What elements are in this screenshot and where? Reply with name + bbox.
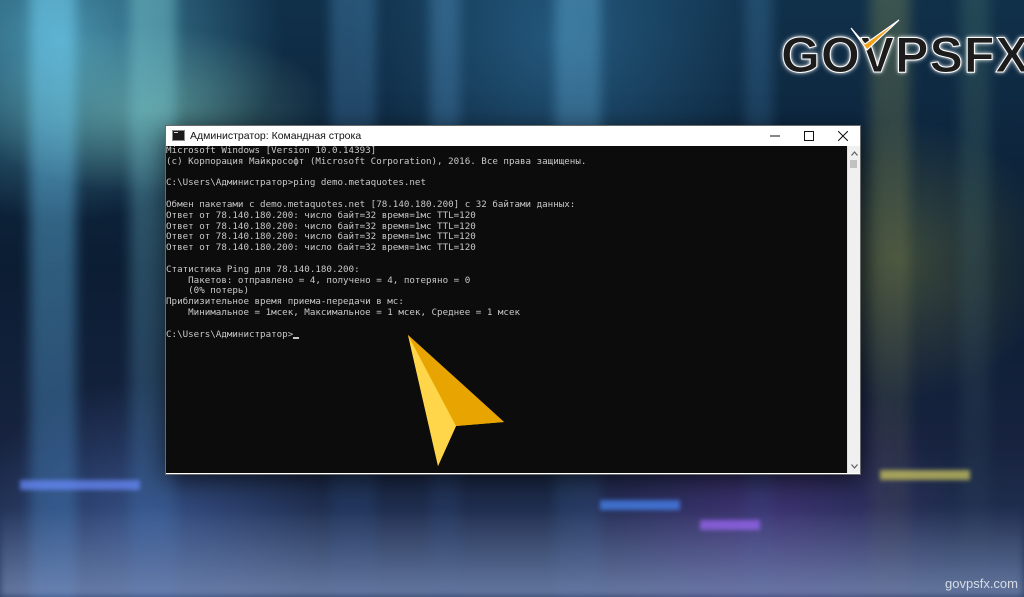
brand-logo: GOVPSFX (781, 18, 1024, 81)
maximize-icon (804, 130, 814, 141)
logo-checkmark-icon (850, 19, 900, 51)
chevron-up-icon (850, 150, 858, 156)
console-prompt: C:\Users\Администратор> (166, 328, 294, 340)
window-title: Администратор: Командная строка (190, 129, 362, 142)
console-line: (c) Корпорация Майкрософт (Microsoft Cor… (166, 155, 587, 167)
console-line: Статистика Ping для 78.140.180.200: (166, 263, 360, 275)
watermark: govpsfx.com (945, 576, 1018, 591)
console-line: Ответ от 78.140.180.200: число байт=32 в… (166, 209, 476, 221)
console-line: Пакетов: отправлено = 4, получено = 4, п… (166, 274, 471, 286)
scroll-down-button[interactable] (848, 460, 860, 472)
console-line: C:\Users\Администратор>ping demo.metaquo… (166, 177, 426, 189)
window-titlebar[interactable]: Администратор: Командная строка (166, 126, 860, 146)
vertical-scrollbar[interactable] (847, 146, 860, 473)
console-line: Ответ от 78.140.180.200: число байт=32 в… (166, 242, 476, 254)
yellow-arrow-pointer-icon (408, 335, 504, 466)
close-icon (838, 130, 848, 141)
cmd-window[interactable]: Администратор: Командная строка Microsof… (165, 125, 861, 475)
console-lines: Microsoft Windows [Version 10.0.14393] (… (166, 146, 848, 340)
scroll-up-button[interactable] (848, 147, 860, 159)
console-line: Минимальное = 1мсек, Максимальное = 1 мс… (166, 306, 521, 318)
close-button[interactable] (826, 126, 860, 145)
console-icon (172, 130, 185, 141)
minimize-icon (770, 135, 780, 136)
minimize-button[interactable] (758, 126, 792, 145)
scrollbar-thumb[interactable] (850, 160, 857, 168)
window-controls (758, 126, 860, 145)
maximize-button[interactable] (792, 126, 826, 145)
text-cursor (293, 337, 300, 340)
chevron-down-icon (850, 463, 858, 469)
